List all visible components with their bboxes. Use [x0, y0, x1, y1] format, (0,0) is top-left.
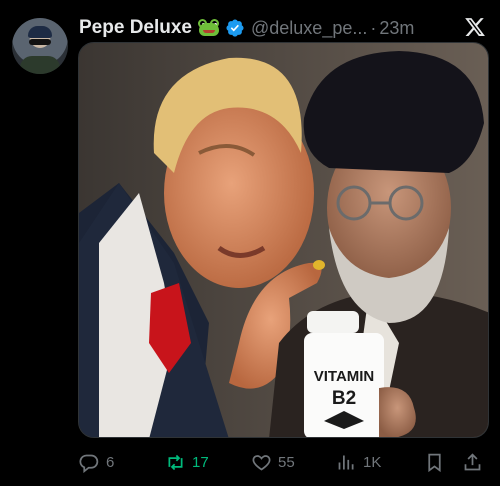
reply-icon [79, 454, 99, 473]
tweet-actions: 6 17 55 1K [79, 448, 490, 476]
frog-emoji-icon [198, 19, 220, 37]
views-icon [338, 455, 354, 469]
verified-badge-icon [226, 19, 244, 37]
reply-button[interactable]: 6 [79, 448, 114, 476]
tweet-header: Pepe Deluxe @deluxe_pe... · 23m [79, 14, 490, 42]
views-count: 1K [363, 453, 382, 471]
separator-dot: · [370, 17, 377, 38]
repost-count: 17 [192, 453, 209, 471]
heart-icon [252, 454, 271, 471]
repost-button[interactable]: 17 [165, 448, 209, 476]
x-logo-icon[interactable] [464, 16, 486, 38]
ai-generated-photo: VITAMIN B2 [79, 43, 488, 437]
tweet-image[interactable]: VITAMIN B2 [78, 42, 489, 438]
reply-count: 6 [106, 453, 115, 471]
like-button[interactable]: 55 [251, 448, 295, 476]
like-count: 55 [278, 453, 295, 471]
display-name[interactable]: Pepe Deluxe [79, 17, 192, 39]
bookmark-button[interactable] [424, 448, 445, 476]
bottle-label-line2: B2 [332, 388, 356, 409]
views-button[interactable]: 1K [336, 448, 381, 476]
share-icon [464, 452, 481, 470]
bottle-label-line1: VITAMIN [314, 368, 375, 385]
bookmark-icon [428, 453, 441, 472]
share-button[interactable] [462, 448, 483, 476]
author-avatar[interactable] [12, 18, 68, 74]
timestamp[interactable]: 23m [379, 18, 414, 39]
repost-icon [168, 454, 183, 470]
user-handle[interactable]: @deluxe_pe... [251, 18, 367, 39]
